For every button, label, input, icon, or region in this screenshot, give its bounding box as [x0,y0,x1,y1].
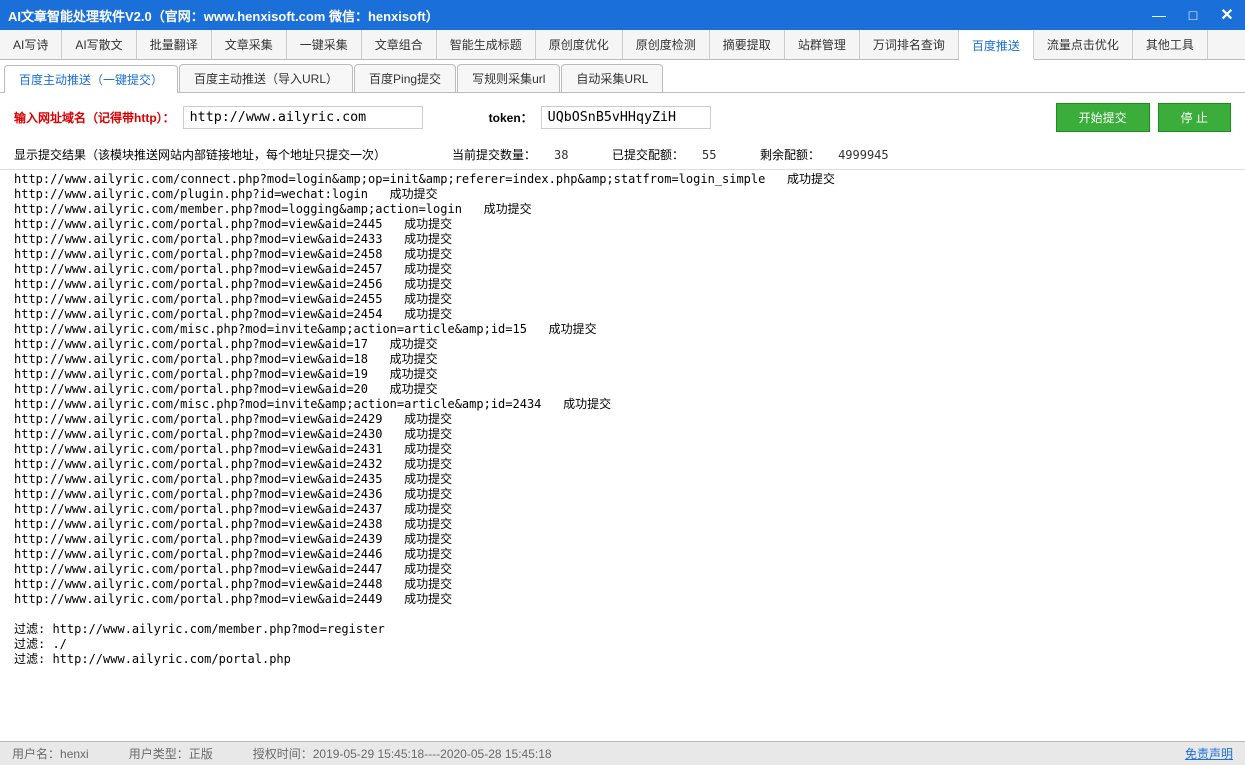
token-input[interactable] [541,106,711,129]
status-auth: 授权时间：2019-05-29 15:45:18----2020-05-28 1… [253,745,552,762]
main-tab-7[interactable]: 原创度优化 [536,30,623,59]
submitted-quota-label: 已提交配额： [612,146,684,163]
sub-tab-0[interactable]: 百度主动推送（一键提交） [4,65,178,93]
status-type: 用户类型：正版 [129,745,213,762]
main-tab-0[interactable]: AI写诗 [0,30,62,59]
stop-button[interactable]: 停 止 [1158,103,1231,132]
sub-tab-bar: 百度主动推送（一键提交）百度主动推送（导入URL）百度Ping提交写规则采集ur… [0,60,1245,93]
main-tab-bar: AI写诗AI写散文批量翻译文章采集一键采集文章组合智能生成标题原创度优化原创度检… [0,30,1245,60]
stats-row: 显示提交结果（该模块推送网站内部链接地址，每个地址只提交一次） 当前提交数量： … [0,142,1245,170]
main-tab-5[interactable]: 文章组合 [362,30,437,59]
input-row: 输入网址域名（记得带http）： token： 开始提交 停 止 [0,93,1245,142]
disclaimer-link[interactable]: 免责声明 [1185,745,1233,762]
token-label: token： [489,109,533,126]
remain-quota-label: 剩余配额： [760,146,820,163]
main-tab-1[interactable]: AI写散文 [62,30,136,59]
main-tab-4[interactable]: 一键采集 [287,30,362,59]
main-tab-12[interactable]: 百度推送 [959,31,1034,60]
close-button[interactable]: ✕ [1217,5,1237,25]
url-input[interactable] [183,106,423,129]
submitted-quota-value: 55 [702,148,742,162]
results-header: 显示提交结果（该模块推送网站内部链接地址，每个地址只提交一次） [14,146,386,163]
main-tab-6[interactable]: 智能生成标题 [437,30,536,59]
main-tab-14[interactable]: 其他工具 [1133,30,1208,59]
main-tab-11[interactable]: 万词排名查询 [860,30,959,59]
window-controls: — □ ✕ [1149,5,1237,25]
current-count-value: 38 [554,148,594,162]
maximize-button[interactable]: □ [1183,5,1203,25]
main-tab-13[interactable]: 流量点击优化 [1034,30,1133,59]
status-bar: 用户名：henxi 用户类型：正版 授权时间：2019-05-29 15:45:… [0,741,1245,765]
sub-tab-1[interactable]: 百度主动推送（导入URL） [179,64,353,92]
title-bar: AI文章智能处理软件V2.0（官网：www.henxisoft.com 微信：h… [0,0,1245,30]
sub-tab-3[interactable]: 写规则采集url [457,64,560,92]
main-tab-3[interactable]: 文章采集 [212,30,287,59]
minimize-button[interactable]: — [1149,5,1169,25]
status-user: 用户名：henxi [12,745,89,762]
results-log[interactable]: http://www.ailyric.com/connect.php?mod=l… [0,170,1245,741]
main-tab-2[interactable]: 批量翻译 [137,30,212,59]
remain-quota-value: 4999945 [838,148,908,162]
sub-tab-4[interactable]: 自动采集URL [561,64,663,92]
current-count-label: 当前提交数量： [452,146,536,163]
main-tab-8[interactable]: 原创度检测 [623,30,710,59]
main-tab-10[interactable]: 站群管理 [785,30,860,59]
main-tab-9[interactable]: 摘要提取 [710,30,785,59]
url-label: 输入网址域名（记得带http）： [14,109,175,126]
sub-tab-2[interactable]: 百度Ping提交 [354,64,456,92]
window-title: AI文章智能处理软件V2.0（官网：www.henxisoft.com 微信：h… [8,6,1149,25]
start-submit-button[interactable]: 开始提交 [1056,103,1150,132]
